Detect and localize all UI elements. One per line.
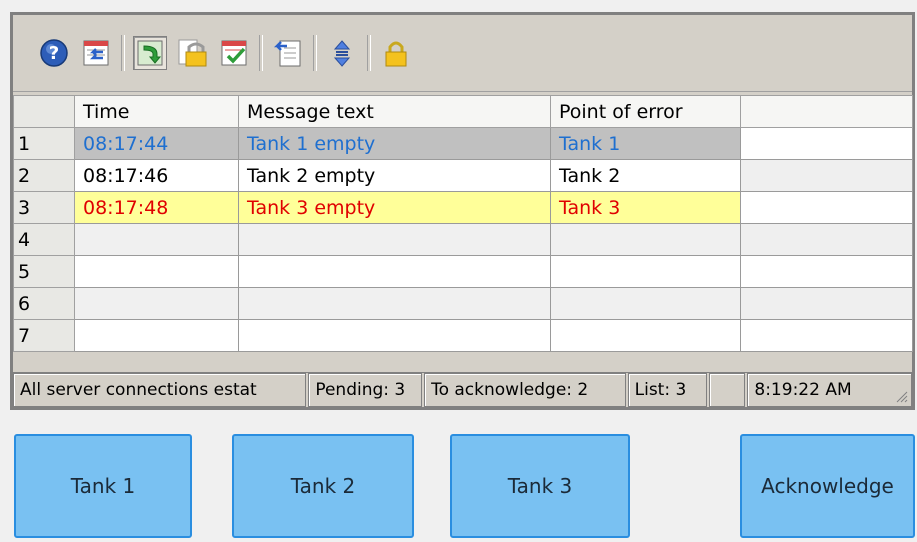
time-cell <box>74 319 239 352</box>
tank3-button[interactable]: Tank 3 <box>450 434 630 538</box>
message-cell <box>238 255 551 288</box>
to-acknowledge-count: To acknowledge: 2 <box>424 373 626 407</box>
extra-cell <box>740 287 913 320</box>
lock-all-button[interactable] <box>379 36 413 70</box>
time-cell: 08:17:48 <box>74 191 239 224</box>
toggle-list-button[interactable] <box>133 36 167 70</box>
acknowledge-icon <box>221 40 247 66</box>
row-number: 5 <box>13 255 75 288</box>
clock: 8:19:22 AM <box>747 373 913 407</box>
message-cell: Tank 3 empty <box>238 191 551 224</box>
toolbar-separator <box>313 35 317 71</box>
extra-cell <box>740 255 913 288</box>
message-text-column-header[interactable]: Message text <box>238 95 551 128</box>
tank1-button[interactable]: Tank 1 <box>14 434 192 538</box>
point-of-error-cell <box>550 255 741 288</box>
extra-cell <box>740 191 913 224</box>
help-icon: ? <box>40 39 68 67</box>
table-row[interactable]: 3 08:17:48 Tank 3 empty Tank 3 <box>13 191 913 224</box>
lock-icon <box>178 39 207 67</box>
export-icon <box>273 40 301 67</box>
status-bar: All server connections estat Pending: 3 … <box>13 372 913 407</box>
time-cell: 08:17:46 <box>74 159 239 192</box>
sort-button[interactable] <box>325 36 359 70</box>
extra-cell <box>740 223 913 256</box>
loop-in-alarm-button[interactable] <box>79 36 113 70</box>
svg-text:?: ? <box>49 43 59 64</box>
export-button[interactable] <box>271 36 305 70</box>
message-cell <box>238 287 551 320</box>
toolbar-separator <box>259 35 263 71</box>
toolbar-separator <box>367 35 371 71</box>
extra-column-header[interactable] <box>740 95 913 128</box>
table-row[interactable]: 5 <box>13 255 913 288</box>
table-row[interactable]: 6 <box>13 287 913 320</box>
message-cell: Tank 2 empty <box>238 159 551 192</box>
sort-icon <box>333 40 351 67</box>
time-column-header[interactable]: Time <box>74 95 239 128</box>
row-number: 1 <box>13 127 75 160</box>
help-button[interactable]: ? <box>37 36 71 70</box>
point-of-error-cell <box>550 319 741 352</box>
lock-button[interactable] <box>175 36 209 70</box>
extra-cell <box>740 159 913 192</box>
status-blank-field <box>709 373 746 407</box>
table-row[interactable]: 1 08:17:44 Tank 1 empty Tank 1 <box>13 127 913 160</box>
time-cell <box>74 223 239 256</box>
acknowledge-button[interactable]: Acknowledge <box>740 434 915 538</box>
clock-time: 8:19:22 AM <box>754 380 852 400</box>
point-of-error-column-header[interactable]: Point of error <box>550 95 741 128</box>
time-cell <box>74 287 239 320</box>
alarm-view-panel: ? Time Message text Point of error 1 08:… <box>10 12 915 410</box>
toggle-list-icon <box>137 40 163 66</box>
acknowledge-toolbar-button[interactable] <box>217 36 251 70</box>
row-number: 6 <box>13 287 75 320</box>
message-cell <box>238 319 551 352</box>
alarm-toolbar: ? <box>13 15 912 92</box>
row-number: 2 <box>13 159 75 192</box>
row-number-header <box>13 95 75 128</box>
connection-status: All server connections estat <box>13 373 307 407</box>
row-number: 3 <box>13 191 75 224</box>
time-cell <box>74 255 239 288</box>
resize-grip-icon[interactable] <box>894 389 908 403</box>
table-row[interactable]: 7 <box>13 319 913 352</box>
tank2-button[interactable]: Tank 2 <box>232 434 414 538</box>
alarm-table: Time Message text Point of error 1 08:17… <box>13 95 913 352</box>
pending-count: Pending: 3 <box>308 373 423 407</box>
row-number: 7 <box>13 319 75 352</box>
point-of-error-cell: Tank 2 <box>550 159 741 192</box>
time-cell: 08:17:44 <box>74 127 239 160</box>
extra-cell <box>740 319 913 352</box>
table-header-row: Time Message text Point of error <box>13 95 913 128</box>
table-row[interactable]: 2 08:17:46 Tank 2 empty Tank 2 <box>13 159 913 192</box>
point-of-error-cell <box>550 223 741 256</box>
row-number: 4 <box>13 223 75 256</box>
loop-in-alarm-icon <box>83 40 109 66</box>
message-cell: Tank 1 empty <box>238 127 551 160</box>
list-count: List: 3 <box>627 373 708 407</box>
lock-all-icon <box>385 41 407 67</box>
toolbar-separator <box>121 35 125 71</box>
message-cell <box>238 223 551 256</box>
point-of-error-cell: Tank 1 <box>550 127 741 160</box>
table-row[interactable]: 4 <box>13 223 913 256</box>
point-of-error-cell: Tank 3 <box>550 191 741 224</box>
point-of-error-cell <box>550 287 741 320</box>
extra-cell <box>740 127 913 160</box>
